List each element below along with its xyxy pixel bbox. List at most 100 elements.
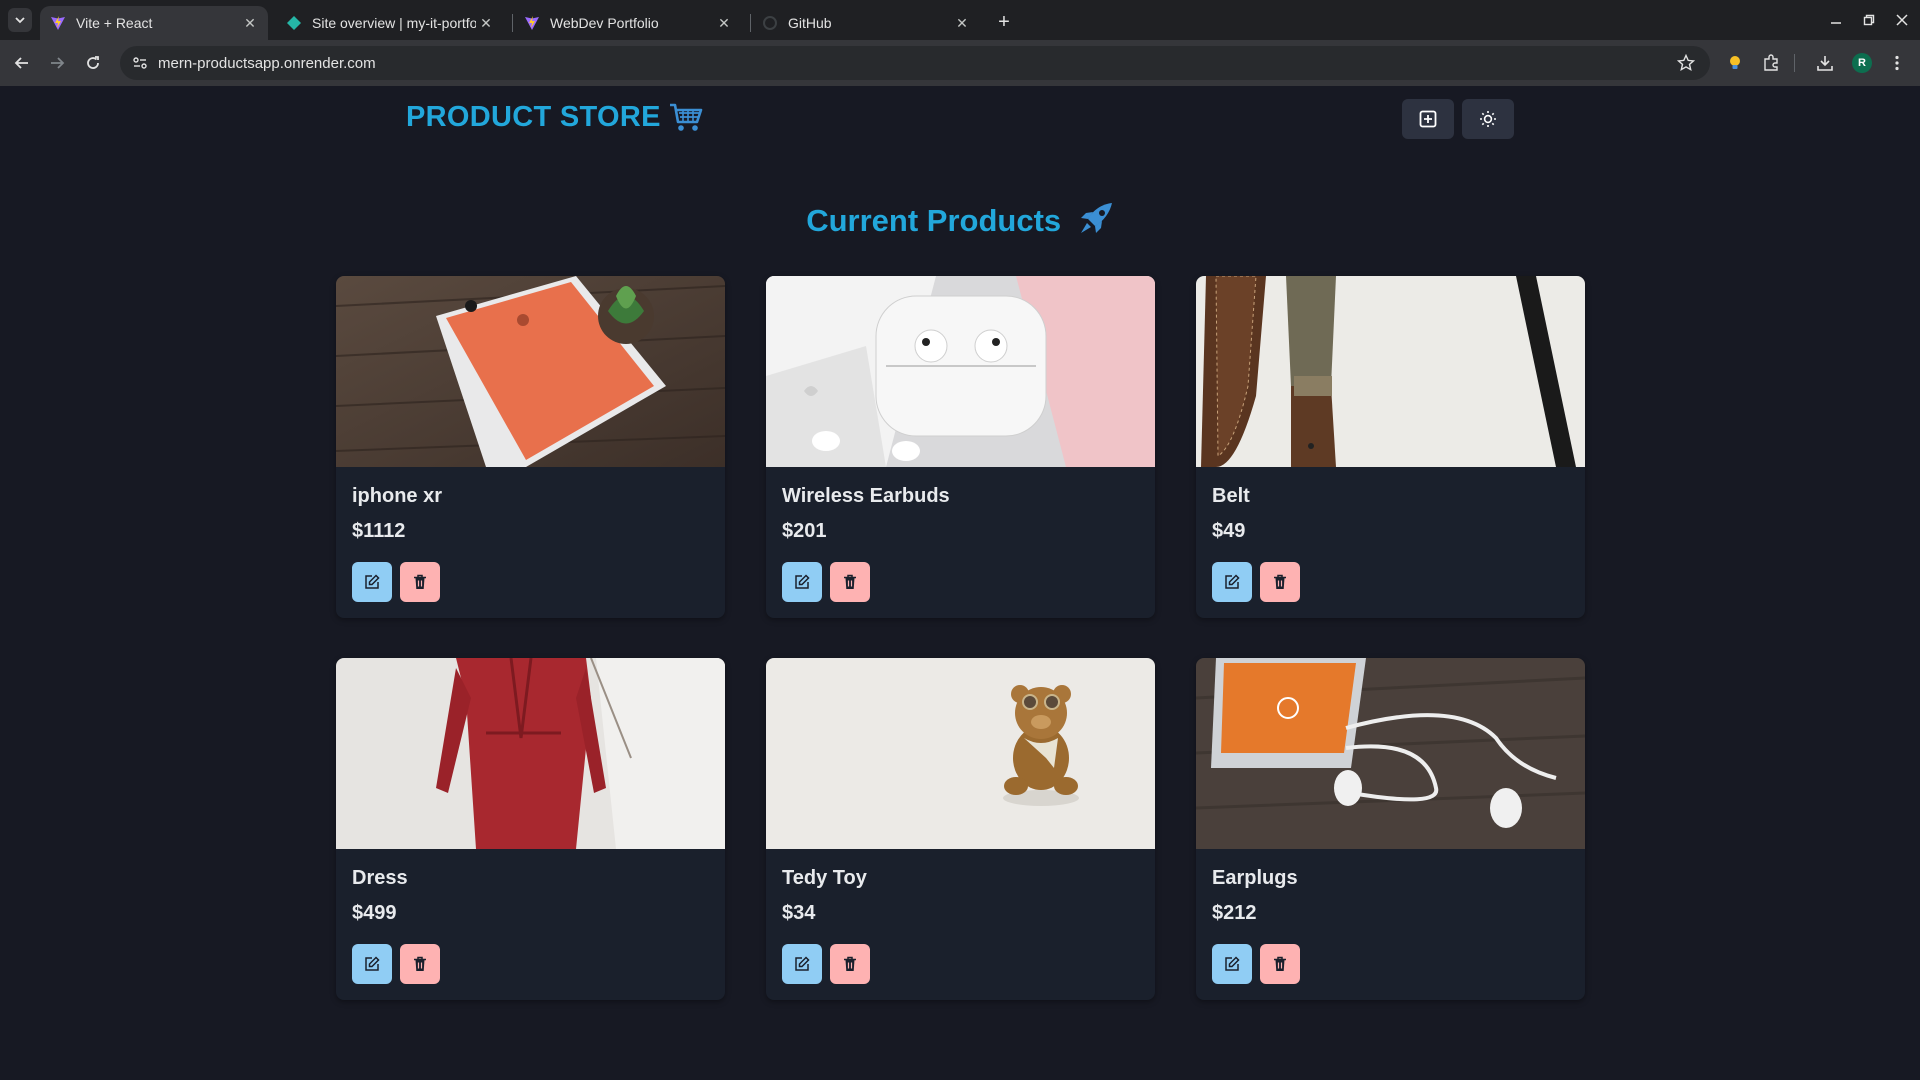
product-price: $201 <box>782 520 827 542</box>
lightbulb-extension-icon[interactable] <box>1724 52 1746 74</box>
restore-icon[interactable] <box>1859 10 1879 30</box>
bookmark-star-icon[interactable] <box>1676 53 1696 73</box>
edit-icon <box>365 574 380 589</box>
tab-site-overview[interactable]: Site overview | my-it-portfo ✕ <box>276 6 504 40</box>
trash-icon <box>414 574 426 589</box>
product-image-earbuds <box>766 276 1155 467</box>
product-image-teddy <box>766 658 1155 849</box>
edit-button[interactable] <box>1212 944 1252 984</box>
browser-tab-bar: Vite + React ✕ Site overview | my-it-por… <box>0 0 1920 40</box>
plus-square-icon <box>1419 110 1437 128</box>
url-text: mern-productsapp.onrender.com <box>158 54 376 72</box>
close-icon[interactable]: ✕ <box>240 13 260 33</box>
loading-spinner-icon <box>762 15 778 31</box>
arrow-right-icon <box>51 57 65 69</box>
edit-button[interactable] <box>1212 562 1252 602</box>
back-button[interactable] <box>10 51 34 75</box>
new-tab-button[interactable]: + <box>992 10 1016 34</box>
browser-toolbar: mern-productsapp.onrender.com R <box>0 40 1920 86</box>
theme-toggle-button[interactable] <box>1462 99 1514 139</box>
product-price: $34 <box>782 902 816 924</box>
tab-title: Site overview | my-it-portfo <box>312 15 476 31</box>
delete-button[interactable] <box>830 944 870 984</box>
product-card: Belt $49 <box>1196 276 1585 618</box>
product-name: Tedy Toy <box>782 867 867 889</box>
vite-icon <box>524 15 540 31</box>
edit-icon <box>795 574 810 589</box>
brand-title: PRODUCT STORE <box>406 101 661 133</box>
product-name: iphone xr <box>352 485 443 507</box>
product-price: $499 <box>352 902 397 924</box>
edit-button[interactable] <box>352 562 392 602</box>
toolbar-separator <box>1794 54 1795 72</box>
edit-button[interactable] <box>782 562 822 602</box>
delete-button[interactable] <box>830 562 870 602</box>
tab-title: WebDev Portfolio <box>550 15 659 31</box>
product-card: iphone xr $1112 <box>336 276 725 618</box>
address-bar[interactable]: mern-productsapp.onrender.com <box>120 46 1710 80</box>
product-card: Tedy Toy $34 <box>766 658 1155 1000</box>
page-content: PRODUCT STORE Current Products iphone xr… <box>0 86 1920 1080</box>
delete-button[interactable] <box>1260 944 1300 984</box>
product-name: Belt <box>1212 485 1250 507</box>
product-price: $49 <box>1212 520 1246 542</box>
product-card: Wireless Earbuds $201 <box>766 276 1155 618</box>
product-card: Earplugs $212 <box>1196 658 1585 1000</box>
trash-icon <box>414 956 426 971</box>
tab-vite-react[interactable]: Vite + React ✕ <box>40 6 268 40</box>
reload-icon <box>87 56 99 69</box>
close-window-icon[interactable] <box>1892 10 1912 30</box>
trash-icon <box>1274 574 1286 589</box>
tab-title: GitHub <box>788 15 832 31</box>
arrow-left-icon <box>14 57 28 69</box>
edit-icon <box>1225 574 1240 589</box>
product-name: Wireless Earbuds <box>782 485 950 507</box>
close-icon[interactable]: ✕ <box>714 13 734 33</box>
brand-link[interactable]: PRODUCT STORE <box>406 101 703 134</box>
more-menu-icon[interactable] <box>1886 52 1908 74</box>
close-icon[interactable]: ✕ <box>952 13 972 33</box>
delete-button[interactable] <box>400 944 440 984</box>
forward-button[interactable] <box>45 51 69 75</box>
tab-github[interactable]: GitHub ✕ <box>752 6 980 40</box>
chevron-down-icon <box>15 17 25 24</box>
trash-icon <box>844 574 856 589</box>
edit-icon <box>795 956 810 971</box>
edit-icon <box>365 956 380 971</box>
rocket-icon <box>1078 202 1114 244</box>
delete-button[interactable] <box>400 562 440 602</box>
product-card: Dress $499 <box>336 658 725 1000</box>
tab-search-button[interactable] <box>8 8 32 32</box>
product-image-dress <box>336 658 725 849</box>
cart-icon <box>669 102 703 134</box>
tab-separator <box>512 14 513 32</box>
tab-separator <box>750 14 751 32</box>
download-icon[interactable] <box>1814 52 1836 74</box>
minimize-icon[interactable] <box>1826 10 1846 30</box>
vite-icon <box>50 15 66 31</box>
trash-icon <box>1274 956 1286 971</box>
edit-button[interactable] <box>352 944 392 984</box>
page-title: Current Products <box>0 202 1920 244</box>
close-icon[interactable]: ✕ <box>476 13 496 33</box>
sun-icon <box>1480 111 1496 127</box>
site-info-icon[interactable] <box>130 53 150 73</box>
product-name: Earplugs <box>1212 867 1298 889</box>
reload-button[interactable] <box>81 51 105 75</box>
tab-webdev-portfolio[interactable]: WebDev Portfolio ✕ <box>514 6 742 40</box>
netlify-icon <box>286 15 302 31</box>
extensions-puzzle-icon[interactable] <box>1760 52 1782 74</box>
product-image-iphone <box>336 276 725 467</box>
trash-icon <box>844 956 856 971</box>
create-product-button[interactable] <box>1402 99 1454 139</box>
product-name: Dress <box>352 867 408 889</box>
edit-button[interactable] <box>782 944 822 984</box>
tab-title: Vite + React <box>76 15 153 31</box>
product-price: $212 <box>1212 902 1257 924</box>
delete-button[interactable] <box>1260 562 1300 602</box>
page-title-text: Current Products <box>806 203 1062 239</box>
product-image-earplugs <box>1196 658 1585 849</box>
profile-avatar[interactable]: R <box>1852 53 1872 73</box>
product-price: $1112 <box>352 520 406 542</box>
edit-icon <box>1225 956 1240 971</box>
